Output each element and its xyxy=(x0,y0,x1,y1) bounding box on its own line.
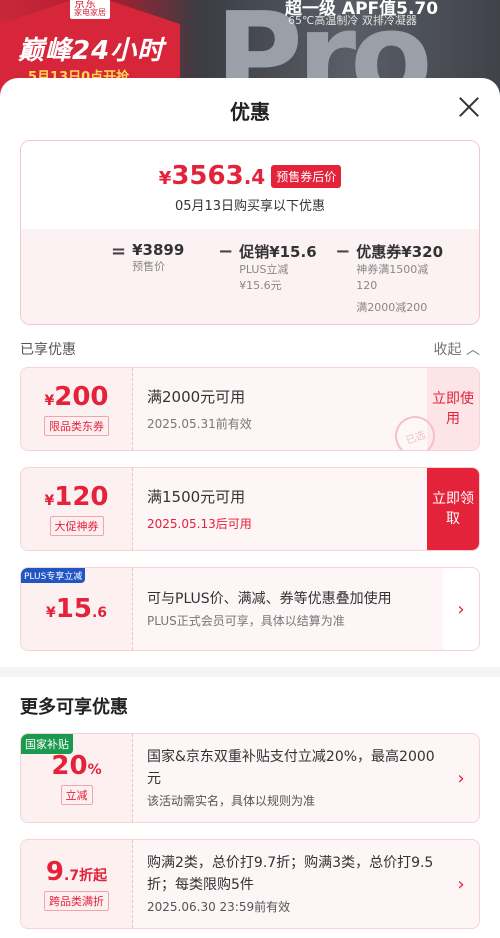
coupon-condition: 满2000元可用 xyxy=(147,388,246,406)
coupon-type-badge: 大促神券 xyxy=(49,516,104,536)
collapse-button[interactable]: 收起 ︿ xyxy=(434,339,480,359)
subsidy-percent: 20% xyxy=(51,751,102,781)
promo-value: 促销¥15.6 xyxy=(239,243,317,261)
coupon-amount: ¥200 xyxy=(44,382,109,412)
discount-rate: 9.7折起 xyxy=(45,857,108,887)
enjoy-line: 05月13日购买享以下优惠 xyxy=(174,199,326,214)
coupon-value: 优惠券¥320 xyxy=(356,243,444,261)
coupon-amount: ¥120 xyxy=(44,482,109,512)
cross-category-expiry: 2025.06.30 23:59前有效 xyxy=(147,900,291,914)
cross-category-promo-card[interactable]: 9.7折起 跨品类满折 购满2类，总价打9.7折；购满3类，总价打9.5折；每类… xyxy=(20,839,480,929)
sheet-title: 优惠 xyxy=(230,100,270,124)
subsidy-tag: 国家补贴 xyxy=(21,734,73,754)
chevron-right-icon[interactable]: › xyxy=(443,840,479,928)
presale-tag: 预售券后价 xyxy=(271,164,342,188)
subsidy-text: 国家&京东双重补贴支付立减20%，最高2000元 xyxy=(147,749,435,787)
plus-note: PLUS正式会员可享，具体以结算为准 xyxy=(147,614,345,628)
coupon-condition: 满1500元可用 xyxy=(147,488,246,506)
subsidy-badge: 立减 xyxy=(60,785,93,805)
coupon-card: ¥120 大促神券 满1500元可用 2025.05.13后可用 立即领取 xyxy=(20,467,480,551)
coupon-expiry: 2025.05.31前有效 xyxy=(147,417,252,431)
price-formula: = ¥3899 预售价 − 促销¥15.6 PLUS立减 ¥15.6元 − 优惠… xyxy=(21,229,479,324)
banner-headline: 巅峰24小时 xyxy=(18,36,165,66)
cross-category-text: 购满2类，总价打9.7折；购满3类，总价打9.5折；每类限购5件 xyxy=(147,855,434,893)
coupon-expiry: 2025.05.13后可用 xyxy=(147,517,252,531)
price-summary-card: ¥3563.4 预售券后价 05月13日购买享以下优惠 = ¥3899 预售价 … xyxy=(20,140,480,325)
plus-discount-card[interactable]: PLUS专享立减 ¥15.6 可与PLUS价、满减、券等优惠叠加使用 PLUS正… xyxy=(20,567,480,651)
presale-label: 预售价 xyxy=(132,260,166,273)
jd-logo: 京东 家电家居 xyxy=(70,0,110,19)
section-divider xyxy=(0,667,500,677)
plus-amount: ¥15.6 xyxy=(46,594,107,624)
presale-price: ¥3899 xyxy=(132,241,185,259)
sheet-header: 优惠 xyxy=(0,78,500,140)
chevron-right-icon[interactable]: › xyxy=(443,734,479,822)
more-discounts-title: 更多可享优惠 xyxy=(20,697,128,718)
final-price: ¥3563.4 xyxy=(158,161,266,191)
chevron-right-icon[interactable]: › xyxy=(443,568,479,650)
discount-sheet: 优惠 ¥3563.4 预售券后价 05月13日购买享以下优惠 = ¥3899 预… xyxy=(0,78,500,938)
minus-sign: − xyxy=(335,241,351,262)
subsidy-note: 该活动需实名，具体以规则为准 xyxy=(147,794,316,808)
banner-spec-2: 65℃高温制冷 双排冷凝器 xyxy=(288,14,417,27)
cross-category-badge: 跨品类满折 xyxy=(44,891,109,911)
minus-sign: − xyxy=(218,241,234,262)
equals-sign: = xyxy=(111,241,127,262)
plus-tag: PLUS专享立减 xyxy=(21,568,86,583)
close-icon[interactable] xyxy=(456,94,482,120)
plus-condition: 可与PLUS价、满减、券等优惠叠加使用 xyxy=(147,591,392,607)
enjoyed-section-header: 已享优惠 收起 ︿ xyxy=(0,325,500,367)
coupon-card: ¥200 限品类东券 满2000元可用 2025.05.31前有效 已选 立即使… xyxy=(20,367,480,451)
coupon-type-badge: 限品类东券 xyxy=(44,416,109,436)
subsidy-promo-card[interactable]: 国家补贴 20% 立减 国家&京东双重补贴支付立减20%，最高2000元 该活动… xyxy=(20,733,480,823)
enjoyed-label: 已享优惠 xyxy=(20,342,76,358)
claim-now-button[interactable]: 立即领取 xyxy=(427,468,479,550)
